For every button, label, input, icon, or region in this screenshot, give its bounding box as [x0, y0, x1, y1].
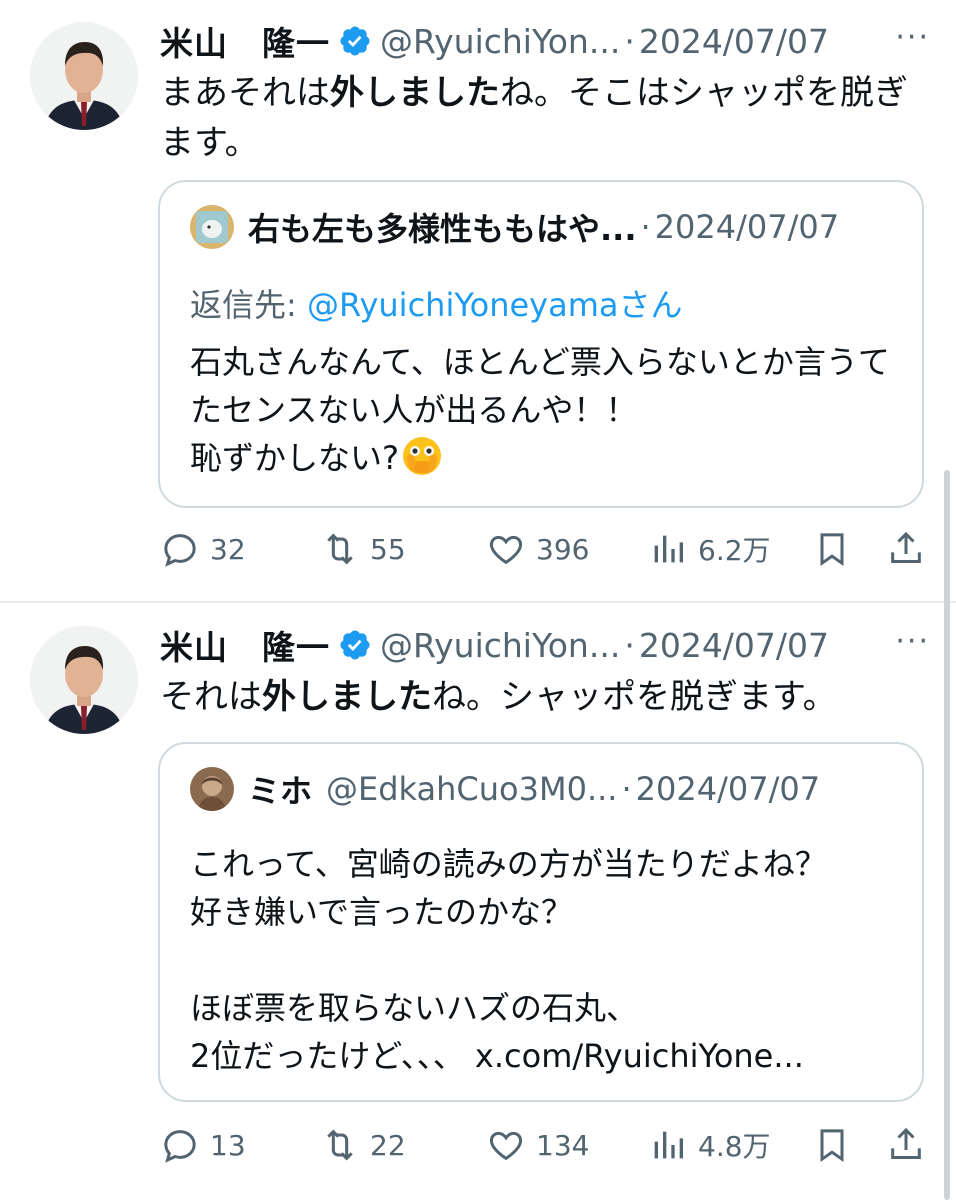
reply-to-prefix: 返信先:	[190, 286, 307, 324]
bookmark-icon	[820, 533, 844, 567]
like-button[interactable]: 134	[486, 1120, 589, 1170]
author-avatar[interactable]	[30, 22, 138, 130]
reply-icon	[164, 534, 196, 567]
action-bar: 13 22 134 4.8万	[160, 1120, 940, 1170]
tweet-date[interactable]: 2024/07/07	[639, 626, 829, 665]
separator-dot: ·	[621, 770, 632, 808]
share-icon	[891, 531, 921, 563]
tweet-header: 米山 隆一 @RyuichiYon... · 2024/07/07 ···	[160, 18, 930, 64]
quoted-tweet-text: 石丸さんなんて、ほとんど票入らないとか言うてたセンスない人が出るんや！！ 恥ずか…	[190, 338, 910, 482]
share-button[interactable]	[886, 1120, 936, 1170]
view-count: 6.2万	[698, 534, 771, 567]
bookmark-icon	[820, 1129, 844, 1163]
verified-badge-icon	[340, 630, 370, 660]
author-handle[interactable]: @RyuichiYon...	[380, 22, 620, 61]
reply-icon	[164, 1130, 196, 1163]
hand-over-mouth-emoji-icon	[403, 437, 441, 475]
quoted-text-content: 石丸さんなんて、ほとんど票入らないとか言うてたセンスない人が出るんや！！ 恥ずか…	[190, 343, 890, 477]
retweet-button[interactable]: 55	[320, 524, 406, 574]
retweet-icon	[327, 533, 353, 565]
quoted-tweet-text: これって、宮崎の読みの方が当たりだよね？ 好き嫌いで言ったのかな？ ほぼ票を取ら…	[190, 845, 827, 1075]
reply-to-mention[interactable]: @RyuichiYoneyama	[307, 286, 619, 324]
views-icon	[654, 1131, 683, 1159]
scrollbar[interactable]	[944, 470, 950, 1200]
tweet-text-emphasis: 外しました	[330, 73, 500, 113]
share-icon	[891, 1127, 921, 1159]
tweet-text-emphasis: 外しました	[262, 677, 432, 717]
quoted-author-name: 右も左も多様性ももはや...	[248, 210, 637, 248]
tweet-text-part: それは	[160, 677, 262, 717]
bookmark-button[interactable]	[812, 524, 862, 574]
like-icon	[489, 1131, 523, 1161]
reply-count: 13	[210, 1128, 246, 1162]
quoted-tweet-header: ミホ @EdkahCuo3M0... · 2024/07/07	[190, 766, 820, 812]
more-icon[interactable]: ···	[895, 18, 930, 58]
separator-dot: ·	[624, 21, 635, 61]
like-button[interactable]: 396	[486, 524, 589, 574]
bookmark-button[interactable]	[812, 1120, 862, 1170]
retweet-count: 22	[370, 1128, 406, 1162]
retweet-button[interactable]: 22	[320, 1120, 406, 1170]
more-icon[interactable]: ···	[895, 622, 930, 662]
like-count: 134	[536, 1128, 590, 1162]
action-bar: 32 55 396 6.2万	[160, 524, 940, 574]
views-icon	[654, 535, 683, 563]
tweet-text-part: まあそれは	[160, 73, 330, 113]
like-count: 396	[536, 532, 590, 566]
verified-badge-icon	[340, 26, 370, 56]
separator-dot: ·	[624, 625, 635, 665]
tweet-text: まあそれは外しましたね。そこはシャッポを脱ぎます。	[160, 68, 930, 168]
quoted-author-avatar	[190, 767, 234, 811]
quoted-tweet[interactable]: ミホ @EdkahCuo3M0... · 2024/07/07 これって、宮崎の…	[158, 742, 924, 1102]
reply-to-line: 返信先: @RyuichiYoneyamaさん	[190, 280, 683, 326]
retweet-count: 55	[370, 532, 406, 566]
tweet-header: 米山 隆一 @RyuichiYon... · 2024/07/07 ···	[160, 622, 930, 668]
quoted-tweet-date: 2024/07/07	[654, 208, 840, 246]
author-handle[interactable]: @RyuichiYon...	[380, 626, 620, 665]
tweet-text-part: ね。シャッポを脱ぎます。	[432, 677, 837, 717]
author-avatar[interactable]	[30, 626, 138, 734]
author-name[interactable]: 米山 隆一	[160, 621, 330, 669]
share-button[interactable]	[886, 524, 936, 574]
views-button[interactable]: 6.2万	[648, 524, 771, 574]
reply-count: 32	[210, 532, 246, 566]
quoted-tweet-header: 右も左も多様性ももはや... · 2024/07/07	[190, 204, 839, 250]
reply-button[interactable]: 13	[160, 1120, 246, 1170]
separator-dot: ·	[640, 208, 651, 246]
quoted-author-avatar	[190, 205, 234, 249]
reply-button[interactable]: 32	[160, 524, 246, 574]
reply-to-suffix: さん	[618, 286, 683, 324]
tweet-divider	[0, 601, 956, 603]
tweet-1[interactable]: 米山 隆一 @RyuichiYon... · 2024/07/07 ··· まあ…	[0, 0, 956, 602]
retweet-icon	[327, 1129, 353, 1161]
views-button[interactable]: 4.8万	[648, 1120, 771, 1170]
tweet-date[interactable]: 2024/07/07	[639, 22, 829, 61]
author-name[interactable]: 米山 隆一	[160, 17, 330, 65]
tweet-2[interactable]: 米山 隆一 @RyuichiYon... · 2024/07/07 ··· それ…	[0, 604, 956, 1200]
quoted-tweet-date: 2024/07/07	[635, 770, 821, 808]
quoted-author-handle: @EdkahCuo3M0...	[326, 770, 618, 808]
tweet-text: それは外しましたね。シャッポを脱ぎます。	[160, 672, 930, 722]
view-count: 4.8万	[698, 1130, 771, 1163]
quoted-author-name: ミホ	[248, 772, 313, 810]
quoted-tweet[interactable]: 右も左も多様性ももはや... · 2024/07/07 返信先: @Ryuich…	[158, 180, 924, 508]
like-icon	[489, 535, 523, 565]
